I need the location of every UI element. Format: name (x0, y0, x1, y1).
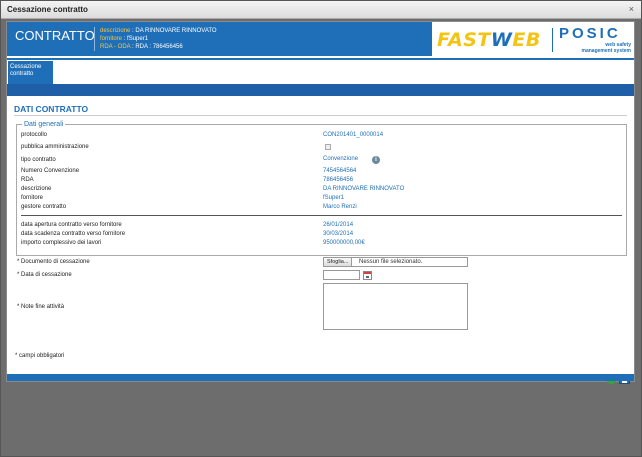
logo-part-a: FAST (437, 29, 491, 51)
value-data-apertura: 26/01/2014 (323, 222, 354, 228)
value-numero-convenzione: 7454564564 (323, 168, 357, 174)
label-protocollo: protocollo (21, 132, 48, 138)
browse-button[interactable]: Sfoglia... (324, 258, 353, 266)
window-title: Cessazione contratto (7, 5, 88, 14)
window-titlebar: Cessazione contratto × (1, 1, 641, 19)
meta-rda-key: RDA - ODA (100, 44, 131, 50)
main-content: DATI CONTRATTO Dati generali protocollo … (7, 96, 634, 384)
label-data-cessazione: * Data di cessazione (17, 272, 72, 278)
value-protocollo: CON201401_0000014 (323, 132, 384, 138)
logo-part-b: W (490, 29, 513, 51)
meta-fornitore-key: fornitore (100, 36, 123, 42)
note-textarea[interactable] (323, 283, 468, 330)
fieldset-legend: Dati generali (24, 121, 64, 128)
meta-fornitore-value: : fSuper1 (123, 36, 149, 42)
posic-tagline: web safety management system (567, 42, 631, 54)
value-descrizione: DA RINNOVARE RINNOVATO (323, 186, 405, 192)
file-status: Nessun file selezionato. (359, 259, 423, 265)
label-numero-convenzione: Numero Convenzione (21, 168, 80, 174)
value-gestore-contratto: Marco Renzi (323, 204, 357, 210)
pubblica-amministrazione-checkbox (325, 144, 331, 150)
header-banner: CONTRATTO descrizione : DA RINNOVARE RIN… (7, 22, 432, 56)
tab-bar: Cessazione contratto (7, 60, 634, 84)
label-note-fine-attivita: * Note fine attività (17, 304, 65, 310)
info-icon[interactable]: i (372, 156, 380, 164)
posic-logo: POSIC (559, 25, 621, 42)
label-data-apertura: data apertura contratto verso fornitore (21, 222, 122, 228)
close-icon[interactable]: × (629, 4, 634, 14)
value-data-scadenza: 30/03/2014 (323, 231, 354, 237)
header-separator (94, 27, 95, 51)
label-importo: importo complessivo dei lavori (21, 240, 102, 246)
label-gestore-contratto: gestore contratto (21, 204, 67, 210)
content-frame: CONTRATTO descrizione : DA RINNOVARE RIN… (6, 21, 635, 384)
section-divider (14, 115, 627, 116)
meta-descrizione-key: descrizione (100, 28, 131, 34)
logo-separator (552, 28, 553, 52)
data-cessazione-input[interactable] (323, 270, 360, 280)
tagline-line-2: management system (581, 48, 631, 54)
label-tipo-contratto: tipo contratto (21, 157, 56, 163)
meta-descrizione-value: : DA RINNOVARE RINNOVATO (132, 28, 217, 34)
tab-content-bar (7, 84, 634, 96)
section-title: DATI CONTRATTO (14, 104, 89, 114)
label-pubblica-amministrazione: pubblica amministrazione (21, 144, 89, 150)
value-tipo-contratto: Convenzione (323, 156, 359, 162)
footer-bar (7, 373, 634, 381)
fieldset-divider (21, 215, 622, 216)
modal-window: Cessazione contratto × CONTRATTO descriz… (0, 0, 642, 457)
required-note: * campi obbligatori (15, 353, 65, 359)
page-header: CONTRATTO descrizione : DA RINNOVARE RIN… (7, 22, 634, 60)
label-data-scadenza: data scadenza contratto verso fornitore (21, 231, 126, 237)
contract-title: CONTRATTO (15, 28, 95, 43)
documento-file-input[interactable]: Sfoglia... Nessun file selezionato. (323, 257, 468, 267)
label-descrizione: descrizione (21, 186, 52, 192)
value-rda: 786456456 (323, 177, 354, 183)
tab-cessazione-contratto[interactable]: Cessazione contratto (8, 61, 53, 84)
label-fornitore: fornitore (21, 195, 44, 201)
calendar-icon[interactable] (363, 271, 372, 280)
label-documento-cessazione: * Documento di cessazione (17, 259, 90, 265)
fastweb-logo: FASTWEB (437, 27, 547, 53)
contract-meta: descrizione : DA RINNOVARE RINNOVATO for… (100, 27, 217, 51)
meta-rda-value: : RDA : 786456456 (132, 44, 183, 50)
label-rda: RDA (21, 177, 34, 183)
value-importo: 950000000,00€ (323, 240, 365, 246)
value-fornitore: fSuper1 (323, 195, 345, 201)
logo-part-c: EB (512, 29, 541, 51)
